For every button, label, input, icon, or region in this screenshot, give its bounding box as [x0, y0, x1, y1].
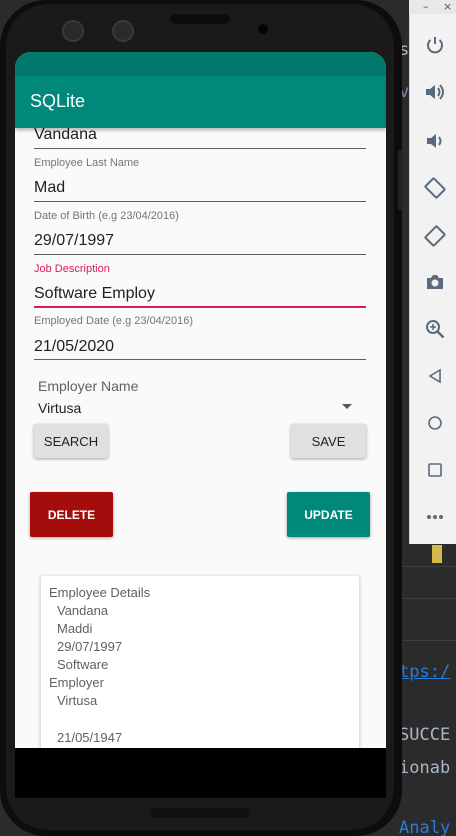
dob-underline [34, 254, 366, 255]
dropdown-arrow-icon[interactable] [342, 404, 352, 409]
rotate-right-icon[interactable] [424, 225, 446, 247]
last-name-input[interactable]: Mad [34, 179, 65, 197]
job-description-label: Job Description [34, 263, 110, 275]
rotate-left-icon[interactable] [424, 177, 446, 199]
sensor-icon [112, 20, 134, 42]
close-button[interactable]: × [443, 0, 452, 13]
details-header: Employee Details [49, 585, 151, 600]
ide-ionab-text: ionab [399, 758, 451, 778]
minimize-button[interactable]: – [423, 0, 429, 13]
volume-up-icon[interactable] [424, 81, 446, 103]
last-name-label: Employee Last Name [34, 157, 140, 169]
job-description-input[interactable]: Software Employ [34, 285, 155, 303]
employer-name-label: Employer Name [38, 378, 139, 394]
employed-date-underline [34, 359, 366, 360]
details-employer-header: Employer [49, 675, 104, 690]
back-icon[interactable] [424, 365, 446, 387]
emulator-window-controls: – × [409, 0, 456, 14]
navigation-bar [15, 748, 386, 798]
details-employer: Virtusa [57, 693, 98, 708]
details-first-name: Vandana [57, 603, 109, 618]
overview-icon[interactable] [424, 459, 446, 481]
first-name-underline [34, 148, 366, 149]
search-button[interactable]: SEARCH [34, 424, 108, 458]
dob-label: Date of Birth (e.g 23/04/2016) [34, 210, 179, 222]
front-camera-icon [62, 20, 84, 42]
proximity-sensor [258, 24, 268, 34]
app-title: SQLite [30, 91, 86, 111]
status-bar [15, 52, 386, 76]
power-icon[interactable] [424, 34, 446, 56]
ide-analy-text: Analy [399, 818, 451, 836]
job-description-underline [34, 306, 366, 308]
phone-side-button [398, 150, 402, 210]
details-last-name: Maddi [57, 621, 93, 636]
details-job: Software [57, 657, 109, 672]
details-dob: 29/07/1997 [57, 639, 123, 654]
home-icon[interactable] [424, 412, 446, 434]
form-content: Vandana Employee Last Name Mad Date of B… [15, 126, 386, 748]
employer-name-spinner[interactable]: Virtusa [38, 400, 81, 416]
details-employed-date: 21/05/1947 [57, 730, 123, 745]
last-name-underline [34, 201, 366, 202]
emulator-toolbar [409, 14, 456, 544]
save-button[interactable]: SAVE [291, 424, 366, 458]
camera-icon[interactable] [424, 271, 446, 293]
employed-date-label: Employed Date (e.g 23/04/2016) [34, 315, 193, 327]
delete-button[interactable]: DELETE [30, 492, 113, 537]
ide-marker [432, 545, 442, 563]
ide-link-text[interactable]: tps:/ [399, 662, 450, 682]
update-button[interactable]: UPDATE [287, 492, 370, 537]
ide-success-text: SUCCE [399, 725, 451, 745]
volume-down-icon[interactable] [424, 130, 446, 152]
first-name-input[interactable]: Vandana [34, 126, 97, 144]
app-screen: SQLite Vandana Employee Last Name Mad Da… [15, 52, 386, 748]
zoom-icon[interactable] [424, 318, 446, 340]
app-bar: SQLite [15, 76, 386, 128]
bottom-speaker [150, 808, 250, 818]
more-icon[interactable] [424, 506, 446, 528]
top-speaker [170, 14, 230, 24]
employed-date-input[interactable]: 21/05/2020 [34, 338, 114, 356]
dob-input[interactable]: 29/07/1997 [34, 232, 114, 250]
employee-details-card: Employee Details Vandana Maddi 29/07/199… [41, 576, 359, 748]
